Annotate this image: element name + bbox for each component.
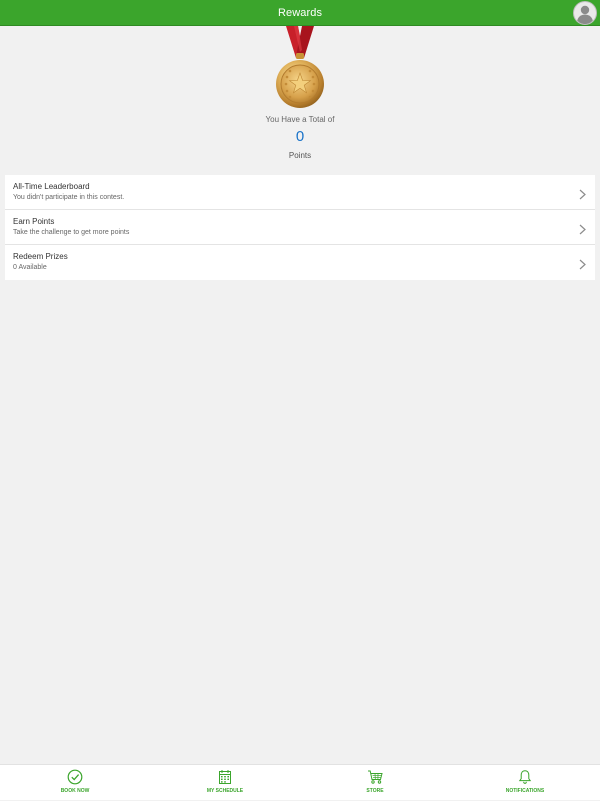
- chevron-right-icon: [579, 222, 586, 233]
- tab-store[interactable]: STORE: [300, 765, 450, 801]
- points-summary: You Have a Total of 0 Points: [0, 26, 600, 166]
- rewards-menu-list: All-Time Leaderboard You didn't particip…: [5, 175, 595, 280]
- list-item-earn-points[interactable]: Earn Points Take the challenge to get mo…: [5, 210, 595, 245]
- user-avatar-icon[interactable]: [573, 1, 597, 25]
- tab-label: NOTIFICATIONS: [450, 788, 600, 794]
- tab-label: STORE: [300, 788, 450, 794]
- cart-icon: [367, 769, 383, 785]
- bell-icon: [517, 769, 533, 785]
- list-item-redeem-prizes[interactable]: Redeem Prizes 0 Available: [5, 245, 595, 280]
- points-value: 0: [0, 128, 600, 145]
- check-circle-icon: [67, 769, 83, 785]
- header-bar: Rewards: [0, 0, 600, 26]
- gold-medal-icon: [272, 26, 328, 112]
- chevron-right-icon: [579, 187, 586, 198]
- calendar-icon: [217, 769, 233, 785]
- tab-my-schedule[interactable]: MY SCHEDULE: [150, 765, 300, 801]
- tab-label: MY SCHEDULE: [150, 788, 300, 794]
- tab-label: BOOK NOW: [0, 788, 150, 794]
- page-title: Rewards: [0, 7, 600, 19]
- list-item-subtitle: 0 Available: [13, 264, 47, 271]
- tab-notifications[interactable]: NOTIFICATIONS: [450, 765, 600, 801]
- chevron-right-icon: [579, 257, 586, 268]
- tab-book-now[interactable]: BOOK NOW: [0, 765, 150, 801]
- list-item-subtitle: Take the challenge to get more points: [13, 229, 129, 236]
- total-points-caption: You Have a Total of: [0, 115, 600, 124]
- list-item-subtitle: You didn't participate in this contest.: [13, 194, 124, 201]
- points-unit-label: Points: [0, 151, 600, 160]
- list-item-leaderboard[interactable]: All-Time Leaderboard You didn't particip…: [5, 175, 595, 210]
- list-item-title: Earn Points: [13, 217, 54, 226]
- bottom-tab-bar: BOOK NOW MY SCHEDULE: [0, 764, 600, 800]
- list-item-title: All-Time Leaderboard: [13, 182, 90, 191]
- list-item-title: Redeem Prizes: [13, 252, 68, 261]
